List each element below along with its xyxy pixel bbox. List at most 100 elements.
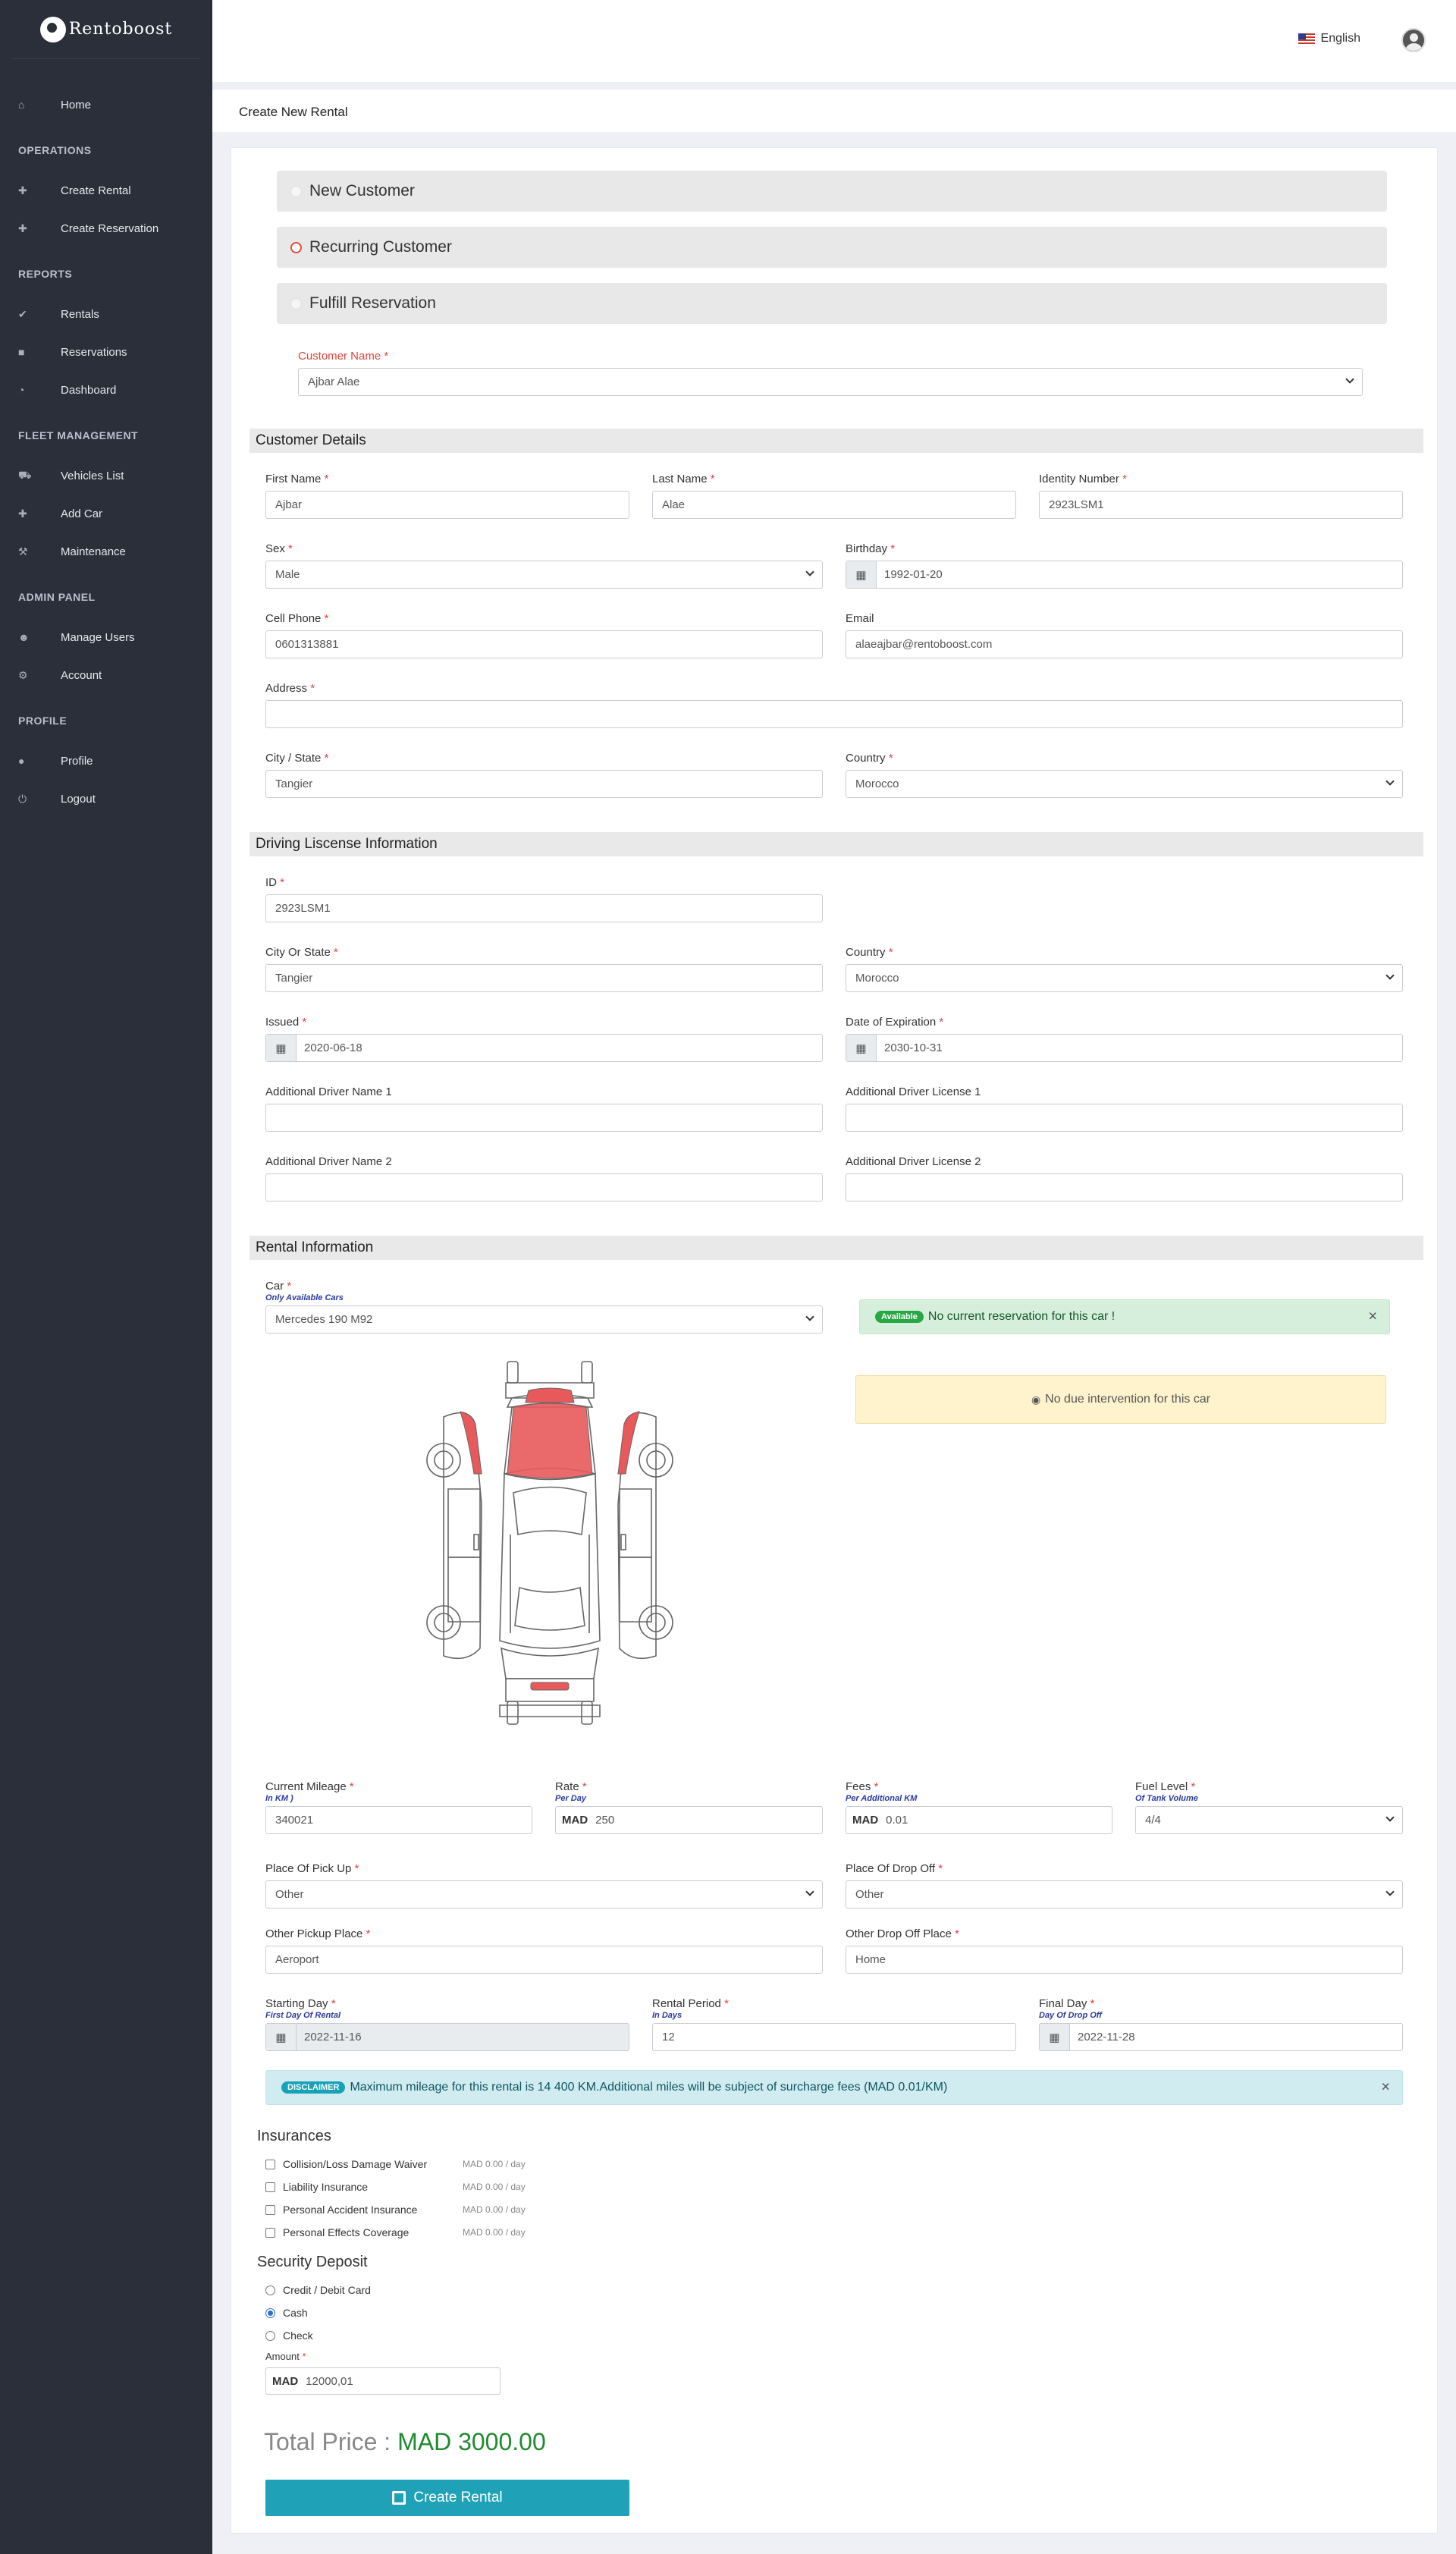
pickup-select[interactable]: Other — [265, 1880, 823, 1908]
insurance-item[interactable]: Personal Effects Coverage MAD 0.00 / day — [265, 2226, 526, 2238]
sidebar-item-create-rental[interactable]: ✚ Create Rental — [0, 171, 212, 209]
sidebar-item-account[interactable]: ⚙ Account — [0, 656, 212, 694]
dropoff-select[interactable]: Other — [846, 1880, 1403, 1908]
close-icon[interactable]: × — [1368, 1308, 1377, 1326]
driver2-name-label: Additional Driver Name 2 — [265, 1155, 392, 1168]
checkbox[interactable] — [265, 2204, 275, 2215]
sidebar-item-label: Rentals — [61, 307, 99, 321]
expiration-input[interactable]: ▦ 2030-10-31 — [846, 1034, 1403, 1062]
avatar[interactable] — [1401, 28, 1426, 52]
intervention-text: No due intervention for this car — [1045, 1393, 1211, 1406]
close-icon[interactable]: × — [1381, 2079, 1390, 2097]
driver1-name-input[interactable] — [265, 1104, 823, 1132]
other-dropoff-input[interactable]: Home — [846, 1946, 1403, 1974]
issued-input[interactable]: ▦ 2020-06-18 — [265, 1034, 823, 1062]
currency-prefix: MAD — [272, 2374, 299, 2388]
plus-icon: ✚ — [18, 507, 27, 520]
cell-phone-input[interactable]: 0601313881 — [265, 630, 823, 658]
amount-input[interactable]: MAD 12000,01 — [265, 2367, 500, 2395]
disclaimer-alert: DISCLAIMER Maximum mileage for this rent… — [265, 2070, 1403, 2105]
insurance-price: MAD 0.00 / day — [463, 2204, 526, 2215]
calendar-icon: ▦ — [266, 1035, 297, 1061]
driver2-license-input[interactable] — [846, 1173, 1403, 1202]
sidebar-item-create-reservation[interactable]: ✚ Create Reservation — [0, 209, 212, 247]
option-fulfill-reservation[interactable]: Fulfill Reservation — [277, 283, 1387, 324]
other-pickup-label: Other Pickup Place * — [265, 1927, 371, 1940]
license-city-input[interactable]: Tangier — [265, 964, 823, 992]
license-id-input[interactable]: 2923LSM1 — [265, 894, 823, 922]
driver1-license-label: Additional Driver License 1 — [846, 1085, 981, 1098]
car-sublabel: Only Available Cars — [265, 1293, 344, 1302]
sidebar-item-vehicles-list[interactable]: ⛟ Vehicles List — [0, 457, 212, 495]
create-rental-button[interactable]: Create Rental — [265, 2480, 629, 2516]
other-pickup-input[interactable]: Aeroport — [265, 1946, 823, 1974]
customer-name-select[interactable]: Ajbar Alae — [298, 368, 1363, 396]
country-select[interactable]: Morocco — [846, 770, 1403, 798]
save-icon — [392, 2491, 406, 2505]
mileage-input[interactable]: 340021 — [265, 1806, 532, 1834]
sidebar-item-manage-users[interactable]: ☻ Manage Users — [0, 618, 212, 656]
city-state-input[interactable]: Tangier — [265, 770, 823, 798]
sidebar-item-reservations[interactable]: ■ Reservations — [0, 333, 212, 371]
sidebar-item-label: Dashboard — [61, 383, 117, 397]
rental-period-input[interactable]: 12 — [652, 2023, 1016, 2051]
option-new-customer[interactable]: New Customer — [277, 171, 1387, 212]
driver2-name-input[interactable] — [265, 1173, 823, 1202]
sidebar-item-rentals[interactable]: ✔ Rentals — [0, 295, 212, 333]
identity-number-input[interactable]: 2923LSM1 — [1039, 491, 1403, 519]
starting-day-input[interactable]: ▦ 2022-11-16 — [265, 2023, 629, 2051]
birthday-input[interactable]: ▦ 1992-01-20 — [846, 561, 1403, 589]
rental-period-label: Rental Period * — [652, 1997, 729, 2010]
license-country-select[interactable]: Morocco — [846, 964, 1403, 992]
fees-sublabel: Per Additional KM — [846, 1794, 918, 1803]
driver1-license-input[interactable] — [846, 1104, 1403, 1132]
plus-icon: ✚ — [18, 221, 27, 234]
car-label: Car * — [265, 1280, 292, 1293]
address-input[interactable] — [265, 700, 1403, 728]
app-logo[interactable]: Rentoboost — [12, 0, 200, 59]
topbar: English — [212, 0, 1456, 82]
fees-input[interactable]: MAD 0.01 — [846, 1806, 1112, 1834]
identity-number-label: Identity Number * — [1039, 473, 1127, 485]
deposit-option-card[interactable]: Credit / Debit Card — [265, 2284, 371, 2296]
option-recurring-customer[interactable]: Recurring Customer — [277, 227, 1387, 268]
sex-label: Sex * — [265, 542, 293, 555]
fuel-level-select[interactable]: 4/4 — [1135, 1806, 1403, 1834]
language-selector[interactable]: English — [1298, 32, 1360, 46]
sidebar-item-profile[interactable]: ● Profile — [0, 742, 212, 780]
radio[interactable] — [265, 2285, 275, 2295]
radio-selected-icon — [290, 241, 302, 253]
rate-input[interactable]: MAD 250 — [555, 1806, 823, 1834]
checkbox[interactable] — [265, 2182, 275, 2192]
sidebar-item-label: Reservations — [61, 345, 127, 359]
checkbox[interactable] — [265, 2227, 275, 2238]
currency-prefix: MAD — [562, 1814, 588, 1827]
deposit-option-cash[interactable]: Cash — [265, 2307, 308, 2319]
insurance-item[interactable]: Collision/Loss Damage Waiver MAD 0.00 / d… — [265, 2158, 526, 2170]
radio-selected[interactable] — [265, 2307, 275, 2318]
deposit-option-check[interactable]: Check — [265, 2329, 313, 2342]
sidebar-item-home[interactable]: ⌂ Home — [0, 86, 212, 124]
car-damage-diagram[interactable] — [421, 1360, 679, 1732]
first-name-input[interactable]: Ajbar — [265, 491, 629, 519]
last-name-input[interactable]: Alae — [652, 491, 1016, 519]
car-select[interactable]: Mercedes 190 M92 — [265, 1305, 823, 1334]
country-label: Country * — [846, 752, 893, 765]
radio[interactable] — [265, 2330, 275, 2341]
disclaimer-badge: DISCLAIMER — [281, 2081, 346, 2094]
starting-day-label: Starting Day * — [265, 1997, 336, 2010]
starting-day-sublabel: First Day Of Rental — [265, 2011, 341, 2020]
sidebar-item-add-car[interactable]: ✚ Add Car — [0, 495, 212, 532]
final-day-input[interactable]: ▦ 2022-11-28 — [1039, 2023, 1403, 2051]
sidebar-item-maintenance[interactable]: ⚒ Maintenance — [0, 532, 212, 570]
email-input[interactable]: alaeajbar@rentoboost.com — [846, 630, 1403, 658]
sidebar-item-label: Add Car — [61, 507, 103, 520]
dashboard-icon: ◔ — [18, 384, 25, 396]
option-label: Recurring Customer — [309, 238, 452, 256]
insurance-item[interactable]: Liability Insurance MAD 0.00 / day — [265, 2181, 526, 2193]
insurance-item[interactable]: Personal Accident Insurance MAD 0.00 / da… — [265, 2204, 526, 2216]
sidebar-item-dashboard[interactable]: ◔ Dashboard — [0, 371, 212, 409]
checkbox[interactable] — [265, 2159, 275, 2169]
sex-select[interactable]: Male — [265, 561, 823, 589]
sidebar-item-logout[interactable]: ⏻ Logout — [0, 780, 212, 818]
